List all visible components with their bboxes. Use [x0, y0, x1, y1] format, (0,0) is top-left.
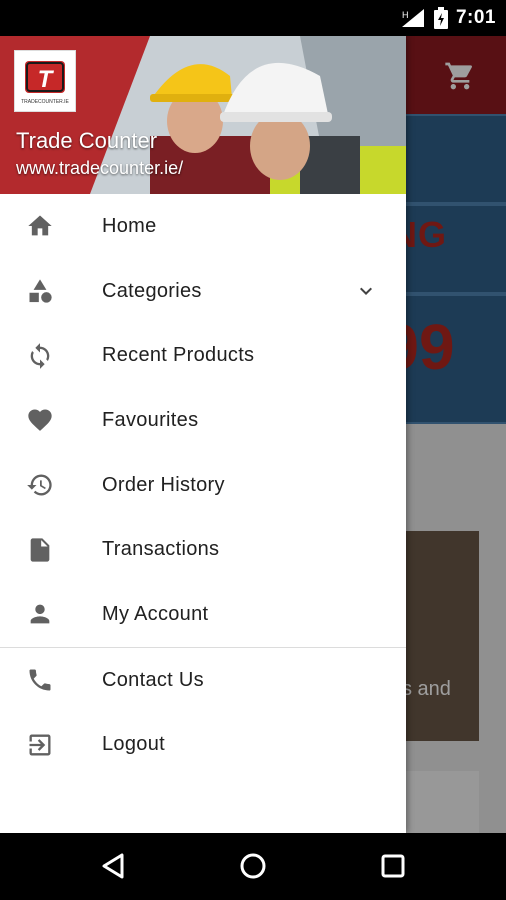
person-icon [30, 605, 50, 624]
menu-item-label: Home [102, 214, 157, 237]
logout-icon [29, 734, 51, 756]
menu-item-label: Transactions [102, 538, 220, 561]
battery-icon [433, 7, 448, 29]
brand-name: Trade Counter [16, 128, 158, 153]
signal-icon: H [401, 9, 424, 27]
status-bar: H 7:01 [0, 0, 506, 36]
chevron-down-icon[interactable] [354, 279, 378, 303]
menu-item-label: Contact Us [102, 668, 204, 691]
home-nav-icon[interactable] [238, 851, 268, 881]
brand-logo: T TRADECOUNTER.IE [14, 50, 76, 112]
shapes-icon [29, 279, 52, 303]
history-icon [27, 474, 52, 496]
back-icon[interactable] [98, 851, 128, 881]
menu-item-recent-products[interactable]: Recent Products [0, 323, 406, 388]
menu-item-my-account[interactable]: My Account [0, 582, 406, 647]
brand-url[interactable]: www.tradecounter.ie/ [16, 158, 183, 179]
menu-item-label: My Account [102, 602, 209, 625]
system-nav-bar [0, 833, 506, 900]
menu-item-label: Favourites [102, 408, 199, 431]
menu-item-label: Categories [102, 279, 202, 302]
drawer-menu: Home Categories Recent Products Favourit… [0, 194, 406, 777]
svg-text:TRADECOUNTER.IE: TRADECOUNTER.IE [21, 99, 69, 105]
sync-icon [30, 342, 50, 369]
heart-icon [28, 409, 52, 432]
recents-icon[interactable] [378, 851, 408, 881]
menu-item-favourites[interactable]: Favourites [0, 388, 406, 453]
document-icon [30, 538, 50, 562]
menu-item-label: Recent Products [102, 344, 255, 367]
menu-item-order-history[interactable]: Order History [0, 453, 406, 518]
menu-item-label: Order History [102, 473, 225, 496]
menu-item-home[interactable]: Home [0, 194, 406, 259]
menu-item-logout[interactable]: Logout [0, 713, 406, 778]
menu-item-categories[interactable]: Categories [0, 259, 406, 324]
home-icon [28, 215, 52, 236]
svg-text:T: T [38, 66, 55, 93]
drawer-header: T TRADECOUNTER.IE Trade Counter www.trad… [0, 36, 406, 194]
navigation-drawer: T TRADECOUNTER.IE Trade Counter www.trad… [0, 36, 406, 833]
menu-item-contact-us[interactable]: Contact Us [0, 648, 406, 713]
phone-icon [29, 669, 51, 691]
status-time: 7:01 [455, 7, 496, 28]
menu-item-transactions[interactable]: Transactions [0, 517, 406, 582]
menu-item-label: Logout [102, 733, 165, 756]
svg-text:H: H [402, 10, 409, 20]
